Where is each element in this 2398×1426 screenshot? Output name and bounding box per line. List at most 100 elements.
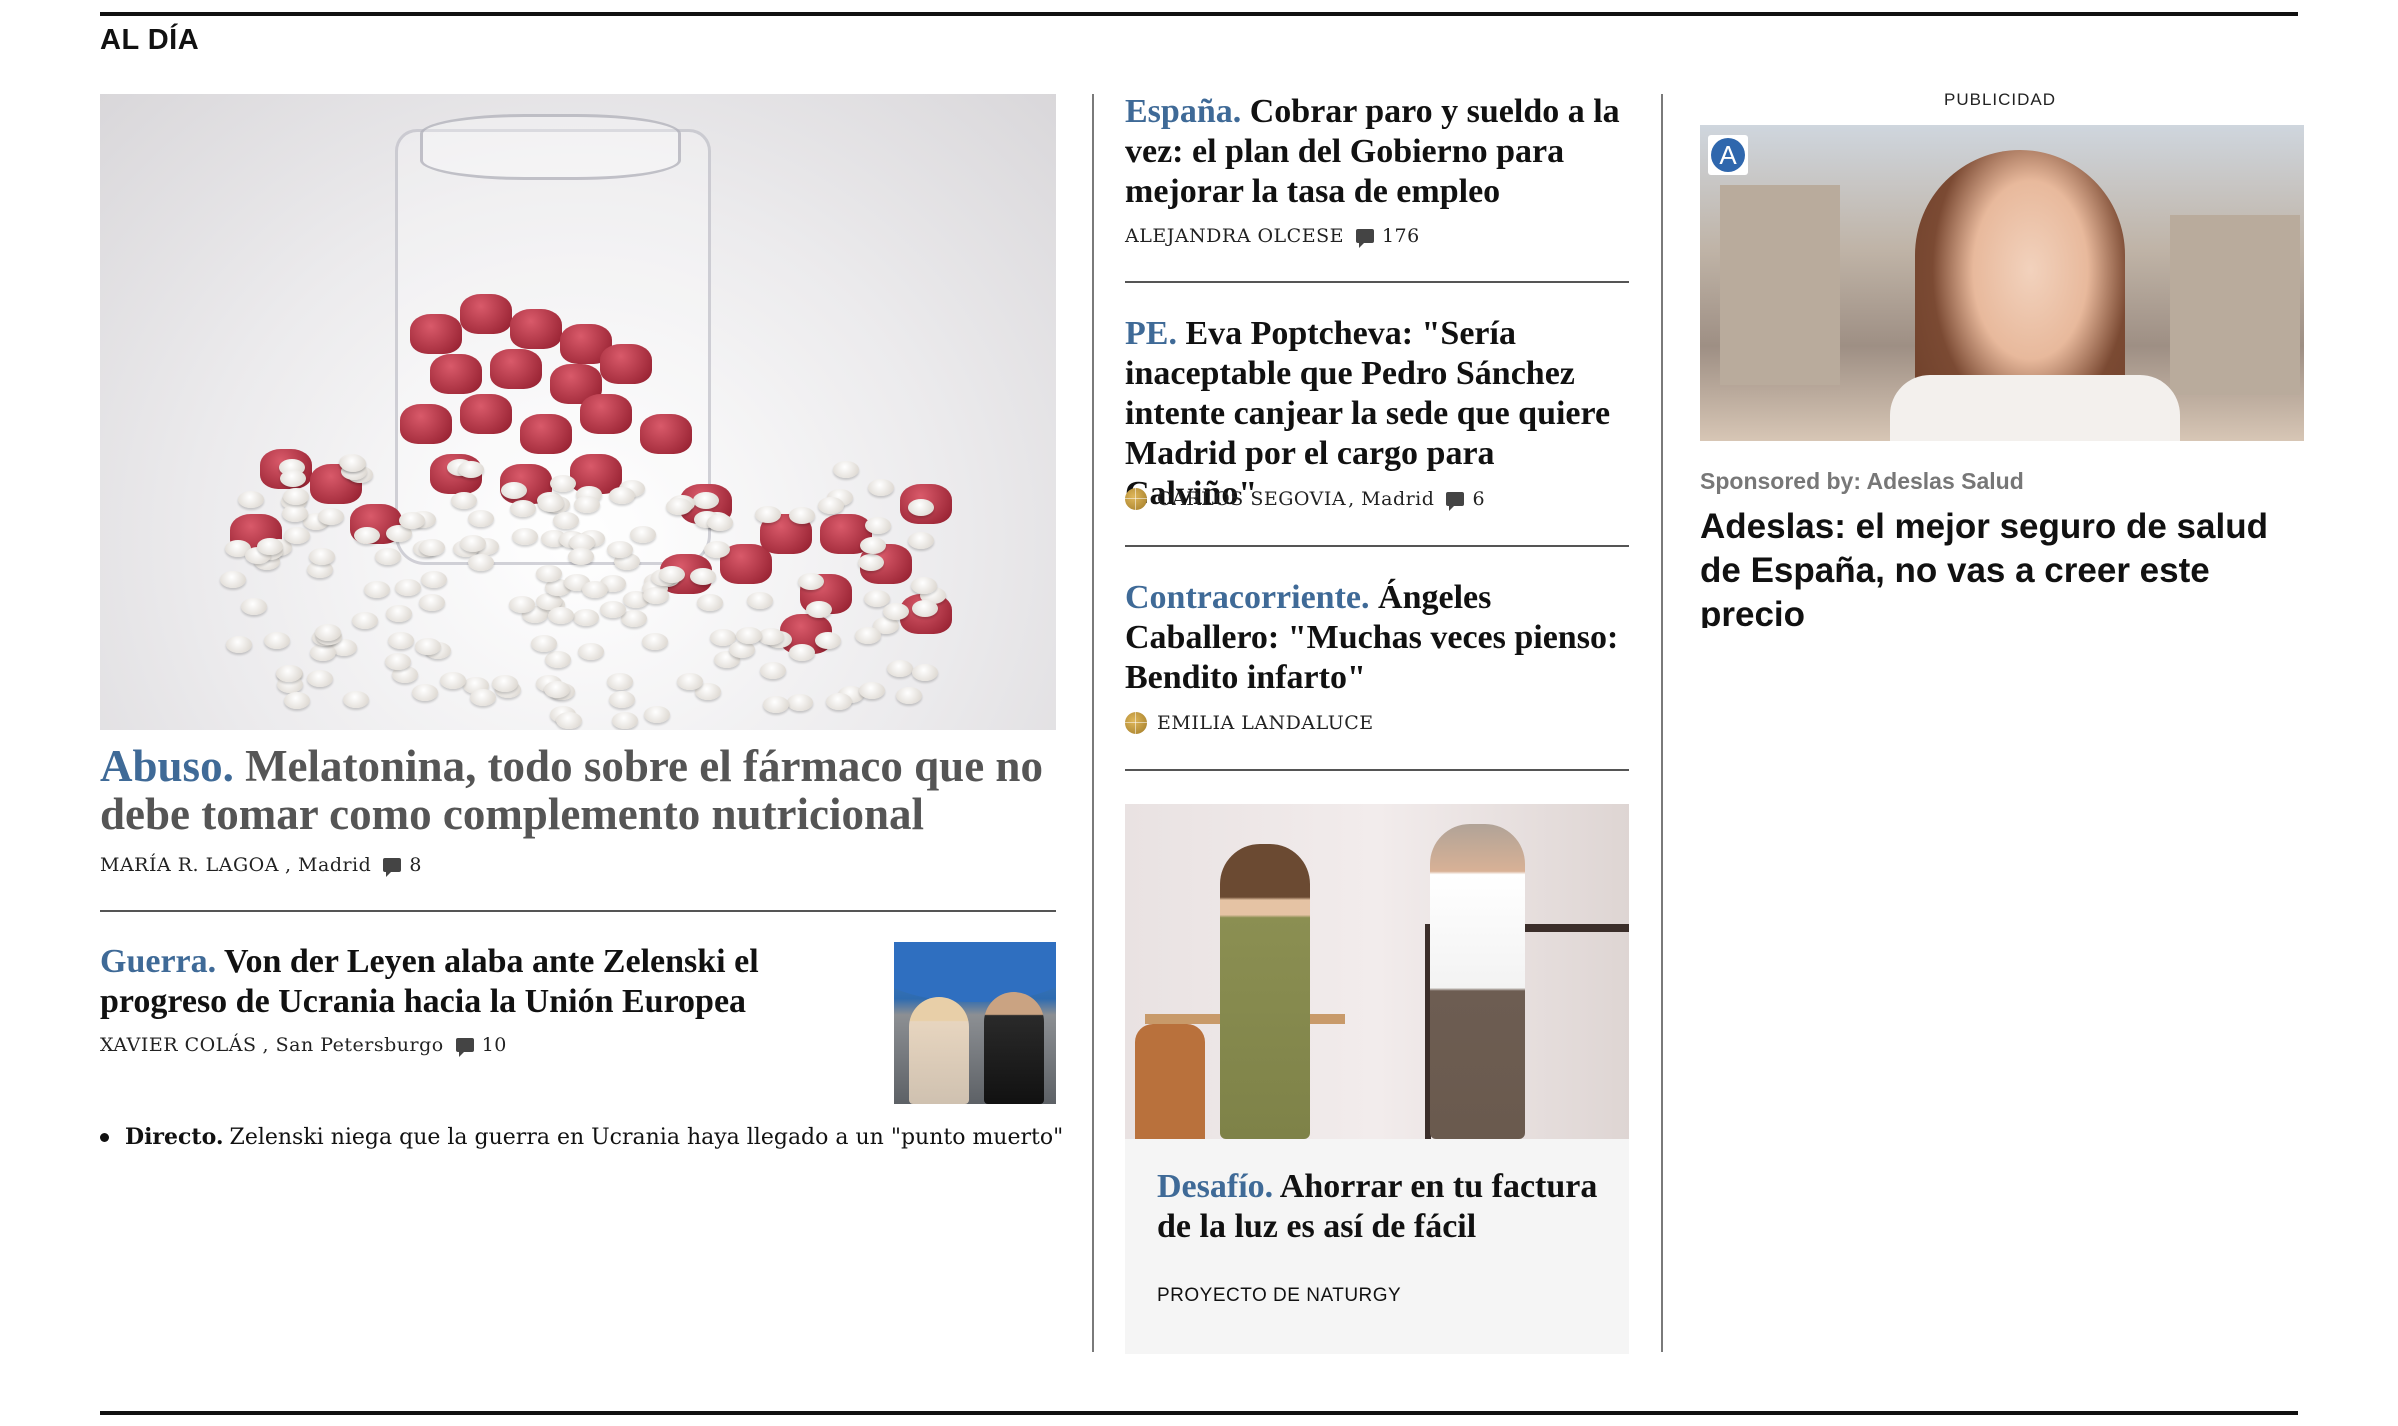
gummy-shape	[490, 349, 542, 389]
tablet-shape	[545, 651, 571, 669]
related-link[interactable]: Directo. Zelenski niega que la guerra en…	[100, 1124, 1063, 1150]
column-divider	[1092, 94, 1094, 1352]
tablet-shape	[729, 641, 756, 659]
secondary-story-image[interactable]	[894, 942, 1056, 1104]
middle-story-author[interactable]: CARLOS SEGOVIA	[1157, 488, 1346, 510]
comment-icon[interactable]	[1446, 492, 1465, 511]
comment-icon[interactable]	[383, 858, 402, 877]
tablet-shape	[907, 531, 934, 549]
tablet-shape	[282, 487, 309, 505]
tablet-shape	[283, 527, 310, 545]
secondary-story-kicker: Guerra.	[100, 943, 217, 980]
middle-story-author[interactable]: ALEJANDRA OLCESE	[1125, 225, 1344, 247]
tablet-shape	[314, 624, 341, 642]
tablet-shape	[306, 669, 333, 687]
jar-neck-shape	[420, 114, 681, 180]
tablet-shape	[758, 627, 785, 645]
comment-icon[interactable]	[1355, 229, 1374, 248]
umbrella-shape	[894, 942, 1056, 1002]
tablet-shape	[612, 711, 639, 729]
divider	[1125, 281, 1629, 283]
secondary-story-location: , San Petersburgo	[262, 1034, 444, 1056]
tablet-shape	[385, 604, 412, 622]
tablet-shape	[263, 631, 290, 649]
main-story-author[interactable]: MARÍA R. LAGOA	[100, 854, 279, 876]
comment-icon[interactable]	[455, 1038, 474, 1057]
tablet-shape	[825, 692, 852, 710]
middle-story-location: , Madrid	[1348, 488, 1435, 510]
tablet-shape	[237, 491, 264, 509]
tablet-shape	[282, 504, 308, 522]
middle-story-author[interactable]: EMILIA LANDALUCE	[1157, 712, 1374, 734]
tablet-shape	[887, 660, 914, 678]
tablet-shape	[241, 598, 268, 616]
middle-story-headline[interactable]: España. Cobrar paro y sueldo a la vez: e…	[1125, 92, 1635, 212]
globe-icon	[1125, 712, 1147, 734]
tablet-shape	[643, 705, 670, 723]
tablet-shape	[418, 538, 445, 556]
secondary-story-comment-count[interactable]: 10	[482, 1034, 507, 1056]
tablet-shape	[468, 509, 495, 527]
gummy-shape	[460, 294, 512, 334]
tablet-shape	[421, 571, 448, 589]
secondary-story-author[interactable]: XAVIER COLÁS	[100, 1034, 257, 1056]
main-story-kicker: Abuso.	[100, 741, 234, 791]
tablet-shape	[788, 643, 815, 661]
person-shape	[1220, 844, 1310, 1139]
ad-image[interactable]: A	[1700, 125, 2304, 441]
sponsored-story-image[interactable]	[1125, 804, 1629, 1139]
building-shape	[1720, 185, 1840, 385]
middle-story-byline: ALEJANDRA OLCESE 176	[1125, 225, 1420, 248]
tablet-shape	[868, 479, 895, 497]
tablet-shape	[309, 547, 336, 565]
tablet-shape	[859, 536, 886, 554]
tablet-shape	[414, 637, 441, 655]
tablet-shape	[352, 611, 379, 629]
tablet-shape	[855, 627, 882, 645]
tablet-shape	[374, 548, 401, 566]
sponsored-story-label: PROYECTO DE NATURGY	[1157, 1285, 1402, 1306]
gummy-shape	[460, 394, 512, 434]
main-story-comment-count[interactable]: 8	[409, 854, 422, 876]
tablet-shape	[736, 627, 763, 645]
tablet-shape	[567, 548, 594, 566]
section-top-rule	[100, 12, 2298, 16]
middle-story-byline: CARLOS SEGOVIA , Madrid 6	[1125, 488, 1485, 511]
tablet-shape	[550, 474, 577, 492]
middle-story-title: Eva Poptcheva: "Sería inaceptable que Pe…	[1125, 315, 1611, 512]
tablet-shape	[531, 634, 558, 652]
column-divider	[1661, 94, 1663, 1352]
ad-sponsor[interactable]: Sponsored by: Adeslas Salud	[1700, 468, 2024, 495]
main-story-title: Melatonina, todo sobre el fármaco que no…	[100, 741, 1043, 839]
tablet-shape	[537, 494, 564, 512]
sponsored-story-headline[interactable]: Desafío. Ahorrar en tu factura de la luz…	[1157, 1167, 1607, 1247]
tablet-shape	[226, 635, 253, 653]
tablet-shape	[469, 688, 496, 706]
tablet-shape	[689, 567, 716, 585]
bullet-icon	[100, 1132, 109, 1142]
tablet-shape	[642, 586, 669, 604]
tablet-shape	[548, 606, 575, 624]
tablet-shape	[814, 632, 841, 650]
adchoices-icon[interactable]: A	[1708, 135, 1748, 175]
sponsored-story-card[interactable]: Desafío. Ahorrar en tu factura de la luz…	[1125, 1139, 1629, 1354]
middle-story-comment-count[interactable]: 6	[1472, 488, 1485, 510]
main-story-headline[interactable]: Abuso. Melatonina, todo sobre el fármaco…	[100, 742, 1056, 838]
tablet-shape	[412, 683, 439, 701]
secondary-story-headline[interactable]: Guerra. Von der Leyen alaba ante Zelensk…	[100, 942, 870, 1022]
tablet-shape	[629, 525, 656, 543]
tablet-shape	[284, 691, 311, 709]
ad-title[interactable]: Adeslas: el mejor seguro de salud de Esp…	[1700, 505, 2304, 628]
tablet-shape	[666, 497, 693, 515]
tablet-shape	[387, 631, 414, 649]
middle-story-headline[interactable]: PE. Eva Poptcheva: "Sería inaceptable qu…	[1125, 314, 1635, 514]
main-story-image[interactable]	[100, 94, 1056, 730]
middle-story-headline[interactable]: Contracorriente. Ángeles Caballero: "Muc…	[1125, 578, 1635, 698]
middle-story-comment-count[interactable]: 176	[1382, 225, 1420, 247]
tablet-shape	[578, 642, 605, 660]
tablet-shape	[458, 460, 485, 478]
tablet-shape	[882, 602, 909, 620]
middle-story-byline: EMILIA LANDALUCE	[1125, 712, 1374, 734]
tablet-shape	[606, 540, 633, 558]
tablet-shape	[760, 661, 787, 679]
